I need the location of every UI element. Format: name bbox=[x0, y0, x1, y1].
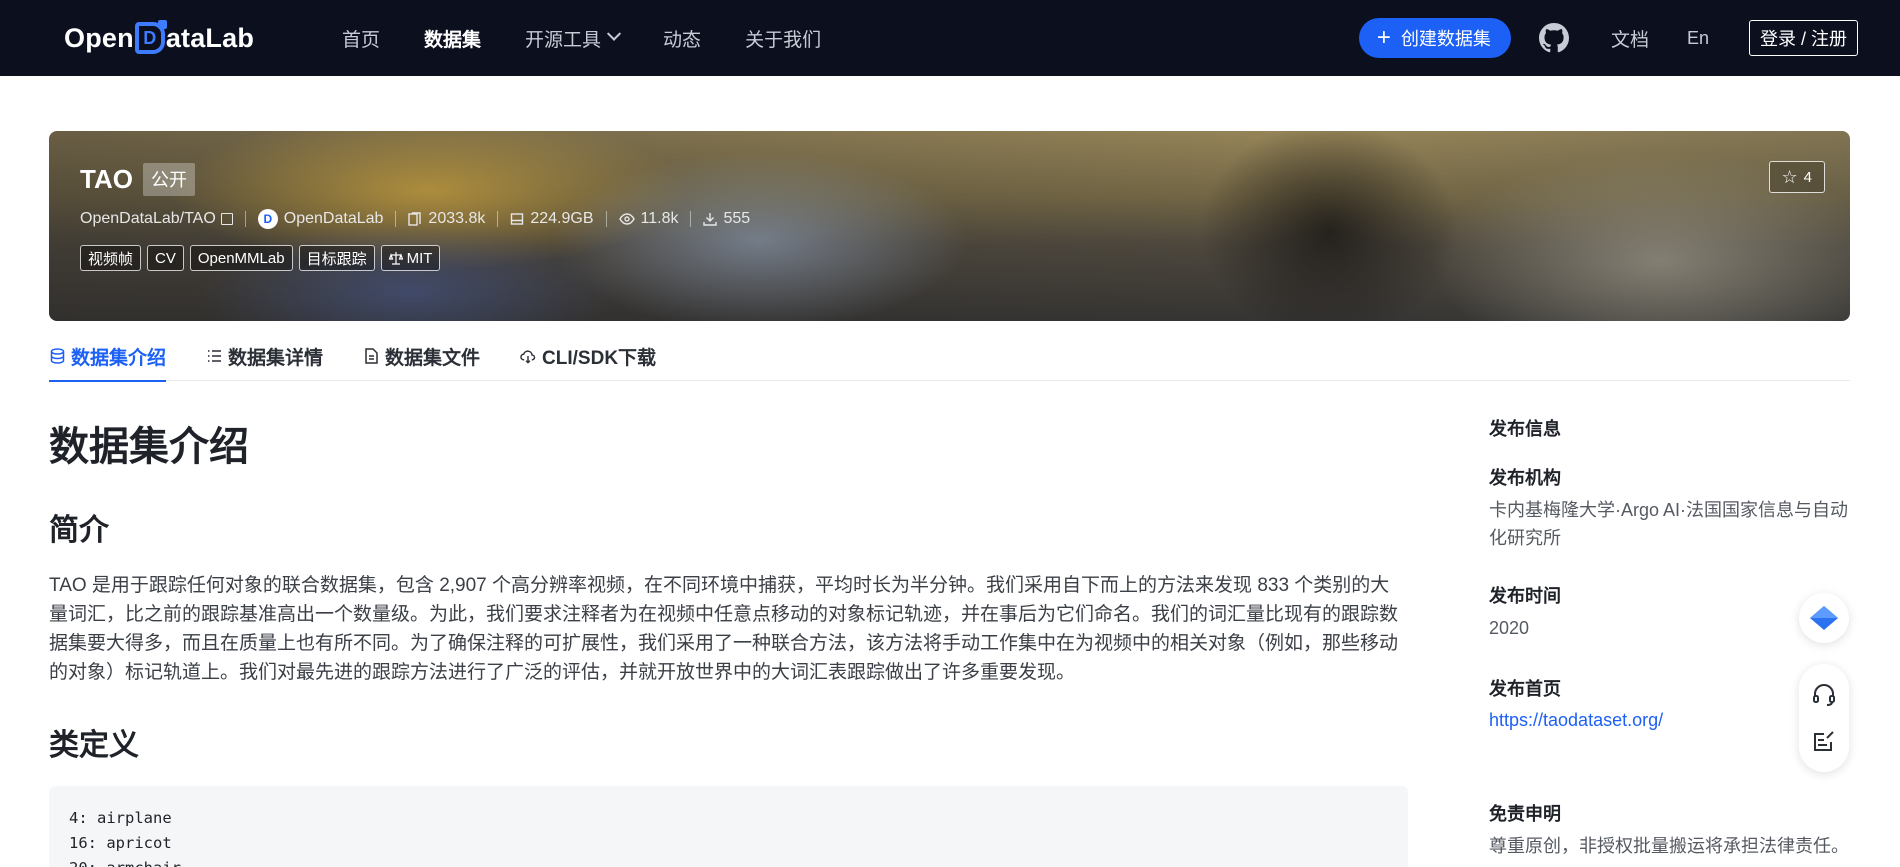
star-count: 4 bbox=[1803, 168, 1812, 186]
sidebar-title: 发布信息 bbox=[1489, 419, 1561, 439]
cloud-download-icon bbox=[520, 348, 536, 364]
disk-icon bbox=[511, 213, 524, 225]
meta-divider bbox=[605, 211, 607, 227]
class-definition-code-block: 4: airplane 16: apricot 20: armchair bbox=[49, 786, 1408, 867]
dataset-size: 224.9GB bbox=[510, 210, 594, 228]
tab-cli-sdk[interactable]: CLI/SDK下载 bbox=[520, 331, 656, 381]
nav-actions: + 创建数据集 文档 En 登录 / 注册 bbox=[1358, 0, 1858, 76]
file-count-value: 2033.8k bbox=[428, 210, 486, 227]
publish-time-value: 2020 bbox=[1489, 618, 1530, 638]
star-icon: ☆ bbox=[1781, 166, 1798, 187]
top-navbar: Open DataLab 首页 数据集 开源工具 动态 关于我们 + 创建数据集 … bbox=[0, 0, 1900, 76]
assistant-logo-button[interactable] bbox=[1799, 593, 1849, 643]
license-label: MIT bbox=[406, 249, 433, 267]
view-count-value: 11.8k bbox=[640, 210, 679, 227]
list-icon bbox=[206, 348, 222, 364]
files-icon bbox=[408, 212, 422, 226]
chevron-down-icon bbox=[606, 26, 622, 41]
opendatalab-logo[interactable]: Open DataLab bbox=[64, 20, 254, 56]
feedback-button[interactable] bbox=[1810, 727, 1838, 755]
meta-divider bbox=[690, 211, 692, 227]
repo-path: OpenDataLab/TAO bbox=[80, 210, 233, 228]
logo-text-left: Open bbox=[64, 22, 134, 53]
hero-content: TAO 公开 OpenDataLab/TAO D OpenDataLab 2033… bbox=[80, 161, 750, 271]
file-count: 2033.8k bbox=[408, 210, 485, 228]
meta-divider bbox=[244, 211, 246, 227]
support-button[interactable] bbox=[1810, 681, 1838, 709]
tag-license[interactable]: MIT bbox=[380, 245, 441, 271]
dataset-tabs: 数据集介绍 数据集详情 数据集文件 CLI/SDK下载 bbox=[49, 331, 1850, 382]
logo-text-right: ataLab bbox=[165, 22, 255, 53]
tab-introduction-label: 数据集介绍 bbox=[71, 347, 167, 369]
tab-introduction[interactable]: 数据集介绍 bbox=[49, 331, 167, 382]
main-nav: 首页 数据集 开源工具 动态 关于我们 bbox=[342, 0, 865, 76]
homepage-link[interactable]: https://taodataset.org/ bbox=[1489, 706, 1849, 734]
scale-icon bbox=[388, 252, 403, 265]
tab-details-label: 数据集详情 bbox=[228, 347, 324, 369]
download-count-value: 555 bbox=[723, 210, 751, 227]
copy-icon[interactable] bbox=[220, 213, 233, 225]
assistant-logo-icon bbox=[1810, 606, 1838, 630]
nav-news[interactable]: 动态 bbox=[663, 25, 701, 52]
logo-mark: D bbox=[134, 20, 167, 54]
download-count: 555 bbox=[703, 210, 750, 228]
tab-files[interactable]: 数据集文件 bbox=[363, 331, 480, 381]
nav-datasets[interactable]: 数据集 bbox=[424, 25, 481, 52]
eye-icon bbox=[618, 213, 635, 225]
intro-paragraph: TAO 是用于跟踪任何对象的联合数据集，包含 2,907 个高分辨率视频，在不同… bbox=[49, 575, 1399, 683]
create-dataset-button[interactable]: + 创建数据集 bbox=[1358, 18, 1511, 58]
tab-cli-sdk-label: CLI/SDK下载 bbox=[542, 347, 657, 369]
github-icon[interactable] bbox=[1538, 23, 1569, 53]
file-icon bbox=[363, 348, 379, 364]
headset-icon bbox=[1813, 684, 1835, 706]
code-line: 4: airplane bbox=[69, 809, 172, 827]
star-button[interactable]: ☆ 4 bbox=[1768, 161, 1825, 193]
floating-toolbar bbox=[1799, 664, 1849, 772]
homepage-label: 发布首页 bbox=[1489, 679, 1561, 699]
tag-openmmlab[interactable]: OpenMMLab bbox=[189, 245, 293, 271]
dataset-meta: OpenDataLab/TAO D OpenDataLab 2033.8k 224… bbox=[80, 207, 750, 231]
meta-divider bbox=[497, 211, 499, 227]
tag-video-frames[interactable]: 视频帧 bbox=[80, 245, 142, 271]
disclaimer-text: 尊重原创，非授权批量搬运将承担法律责任。 bbox=[1489, 836, 1849, 856]
login-register-button[interactable]: 登录 / 注册 bbox=[1748, 20, 1858, 56]
class-definition-heading: 类定义 bbox=[49, 729, 139, 762]
database-icon bbox=[49, 348, 65, 364]
dataset-size-value: 224.9GB bbox=[530, 210, 594, 227]
publisher[interactable]: D OpenDataLab bbox=[257, 209, 384, 229]
meta-divider bbox=[395, 211, 397, 227]
code-line: 16: apricot bbox=[69, 834, 172, 852]
tag-list: 视频帧 CV OpenMMLab 目标跟踪 MIT bbox=[80, 245, 750, 271]
banner-background-4 bbox=[1199, 131, 1459, 321]
publish-time-label: 发布时间 bbox=[1489, 586, 1561, 606]
tab-files-label: 数据集文件 bbox=[385, 347, 481, 369]
disclaimer-label: 免责申明 bbox=[1489, 804, 1561, 824]
publisher-name: OpenDataLab bbox=[283, 210, 384, 227]
nav-open-source-tools[interactable]: 开源工具 bbox=[525, 25, 622, 52]
dataset-hero-banner: TAO 公开 OpenDataLab/TAO D OpenDataLab 2033… bbox=[49, 131, 1850, 321]
org-logo-icon: D bbox=[257, 209, 278, 229]
create-dataset-label: 创建数据集 bbox=[1400, 29, 1491, 49]
nav-home[interactable]: 首页 bbox=[342, 25, 380, 52]
publisher-org-value: 卡内基梅隆大学·Argo AI·法国国家信息与自动化研究所 bbox=[1489, 500, 1849, 548]
tag-cv[interactable]: CV bbox=[147, 245, 184, 271]
code-line: 20: armchair bbox=[69, 856, 1388, 867]
edit-note-icon bbox=[1814, 731, 1834, 751]
language-switch[interactable]: En bbox=[1687, 28, 1709, 49]
hero-title-row: TAO 公开 bbox=[80, 161, 750, 197]
dataset-title: TAO bbox=[80, 163, 133, 194]
view-count: 11.8k bbox=[618, 210, 679, 228]
visibility-badge: 公开 bbox=[142, 162, 195, 196]
docs-link[interactable]: 文档 bbox=[1611, 25, 1649, 52]
tag-object-tracking[interactable]: 目标跟踪 bbox=[298, 245, 375, 271]
plus-icon: + bbox=[1376, 24, 1391, 51]
download-icon bbox=[703, 213, 718, 226]
tab-details[interactable]: 数据集详情 bbox=[206, 331, 323, 381]
page-title: 数据集介绍 bbox=[49, 425, 249, 469]
intro-heading: 简介 bbox=[49, 514, 109, 547]
publisher-org-label: 发布机构 bbox=[1489, 468, 1561, 488]
nav-about[interactable]: 关于我们 bbox=[745, 25, 821, 52]
repo-path-text: OpenDataLab/TAO bbox=[80, 210, 216, 227]
